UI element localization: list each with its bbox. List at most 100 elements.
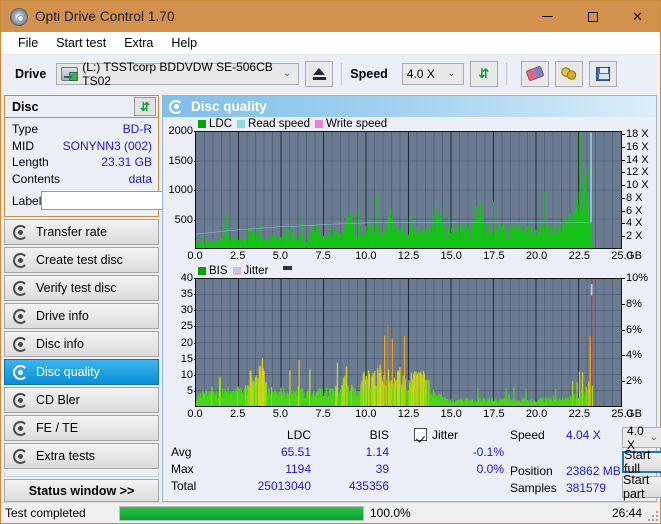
start-part-button[interactable]: Start part: [622, 473, 661, 501]
stats-ldc-total: 25013040: [257, 478, 311, 493]
stats-col-ldc: LDC: [286, 427, 311, 442]
y2-tick-label: 18 X: [622, 128, 649, 140]
resize-grip[interactable]: [646, 509, 658, 521]
x-tick-label: 15.0: [440, 408, 462, 420]
close-icon: ✕: [632, 8, 643, 24]
disc-type-label: Type: [12, 122, 39, 136]
y2-tick-label: 8%: [622, 298, 642, 310]
chart-bottom-y-axis: 5 10 15 20 25 30 35 40: [167, 272, 197, 407]
chart-top-y-axis: 500 1000 1500 2000: [167, 125, 197, 249]
disc-contents-value: data: [128, 171, 152, 186]
stats-row-total: Total 25013040 435356: [171, 477, 406, 494]
chart-top-plot[interactable]: [195, 131, 622, 249]
sidebar-item-verify-test-disc[interactable]: Verify test disc: [4, 275, 159, 301]
toolbar-divider-1: [341, 62, 343, 85]
speed-select[interactable]: 4.0 X ⌄: [401, 62, 464, 85]
disc-test-icon: [13, 308, 28, 324]
sidebar-item-fe-te[interactable]: FE / TE: [4, 415, 159, 441]
chart-bottom-y2-axis: 2% 4% 6% 8% 10%: [622, 272, 652, 407]
status-window-button[interactable]: Status window >>: [4, 479, 159, 502]
disc-panel-title: Disc: [12, 99, 39, 114]
run-speed-row: Speed 4.04 X: [510, 426, 622, 443]
bookmark-button[interactable]: [554, 60, 583, 87]
drive-icon: [61, 66, 79, 81]
sidebar-item-disc-quality[interactable]: Disc quality: [4, 359, 159, 385]
main-area: Disc ⇵ Type BD-R MID SONYNN3 (002) Lengt…: [1, 92, 661, 502]
stats-bis-avg: 1.14: [365, 444, 389, 459]
menu-help[interactable]: Help: [162, 34, 206, 52]
x-tick-label: 20.0: [525, 408, 548, 420]
x-tick-label: 17.5: [483, 408, 505, 420]
maximize-button[interactable]: [570, 1, 615, 32]
status-bar: Test completed 100.0% 26:44: [1, 502, 660, 523]
chart-bottom-x-axis: 0.0 2.5 5.0 7.5 10.0 12.5 15.0 17.5 20.0 22.5 25.0…: [167, 407, 652, 422]
disc-test-icon: [13, 336, 28, 352]
jitter-checkbox[interactable]: [414, 428, 427, 441]
sidebar-item-create-test-disc[interactable]: Create test disc: [4, 247, 159, 273]
x-tick-label: 5.0: [272, 250, 289, 262]
y2-tick-label: 14 X: [622, 154, 649, 166]
start-full-button[interactable]: Start full: [622, 448, 661, 476]
chevron-down-icon: ⌄: [447, 67, 456, 79]
run-speed-value: 4.04 X: [566, 427, 601, 442]
y-tick-label: 40: [181, 272, 197, 284]
disc-mid-value: SONYNN3 (002): [62, 138, 152, 153]
refresh-button[interactable]: ⇵: [469, 60, 498, 87]
y2-tick-label: 4 X: [622, 217, 643, 229]
test-speed-select[interactable]: 4.0 X ⌄: [622, 424, 661, 452]
eject-button[interactable]: [305, 60, 334, 87]
y2-tick-label: 2%: [622, 375, 642, 387]
legend-jitter: Jitter: [232, 265, 269, 277]
chart-marker-icon: [283, 265, 293, 270]
sidebar-item-drive-info[interactable]: Drive info: [4, 303, 159, 329]
y-tick-label: 5: [187, 385, 197, 397]
stats-row-label: Avg: [171, 444, 192, 459]
chart-bottom-plot[interactable]: [195, 278, 622, 407]
sidebar-spacer: [4, 471, 159, 477]
menu-start-test[interactable]: Start test: [47, 34, 115, 52]
minimize-button[interactable]: [525, 1, 570, 32]
menu-extra[interactable]: Extra: [115, 34, 162, 52]
stats-bis-max: 39: [375, 461, 389, 476]
legend-label: Jitter: [243, 265, 269, 277]
menu-file[interactable]: File: [9, 34, 47, 52]
y-tick-label: 1000: [169, 184, 197, 196]
stats-row-label: Total: [171, 478, 197, 493]
sidebar-label: Extra tests: [36, 449, 96, 463]
stats-row-avg: Avg 65.51 1.14: [171, 443, 406, 460]
save-button[interactable]: [588, 60, 617, 87]
x-tick-label: 12.5: [397, 250, 420, 262]
sidebar-item-extra-tests[interactable]: Extra tests: [4, 443, 159, 469]
status-text: Test completed: [5, 506, 86, 520]
stats-bis-total: 435356: [348, 478, 389, 493]
run-position-label: Position: [510, 463, 553, 478]
sidebar-label: Disc quality: [36, 365, 100, 379]
drive-select[interactable]: (L:) TSSTcorp BDDVDW SE-506CB TS02 ⌄: [56, 60, 300, 88]
maximize-icon: [587, 11, 598, 22]
x-tick-label: 5.0: [272, 408, 289, 420]
chart-top-x-axis: 0.0 2.5 5.0 7.5 10.0 12.5 15.0 17.5 20.0 22.5 25.0…: [167, 249, 652, 264]
y-tick-label: 15: [181, 353, 197, 365]
disc-row-mid: MID SONYNN3 (002): [12, 138, 152, 155]
disc-length-label: Length: [12, 155, 49, 169]
legend-label: Read speed: [248, 118, 311, 130]
disc-row-type: Type BD-R: [12, 121, 152, 138]
y2-tick-label: 10%: [622, 272, 648, 284]
disc-quality-icon: [169, 99, 183, 114]
disc-panel-body: Type BD-R MID SONYNN3 (002) Length 23.31…: [5, 118, 244, 216]
close-button[interactable]: ✕: [615, 1, 660, 32]
x-tick-label: 22.5: [568, 408, 591, 420]
sidebar-item-disc-info[interactable]: Disc info: [4, 331, 159, 357]
disc-refresh-button[interactable]: ⇵: [134, 97, 156, 116]
app-window: Opti Drive Control 1.70 ✕ File Start tes…: [0, 0, 661, 524]
x-tick-label: 22.5: [568, 250, 591, 262]
run-samples-value: 381579: [566, 480, 607, 495]
x-tick-label: 7.5: [315, 408, 331, 420]
sidebar-item-cd-bler[interactable]: CD Bler: [4, 387, 159, 413]
drive-label: Drive: [15, 66, 47, 81]
x-tick-label: 15.0: [440, 250, 462, 262]
sidebar-item-transfer-rate[interactable]: Transfer rate: [4, 219, 159, 245]
disc-row-length: Length 23.31 GB: [12, 154, 152, 171]
progress-fill: [120, 506, 363, 520]
erase-button[interactable]: [520, 60, 549, 87]
